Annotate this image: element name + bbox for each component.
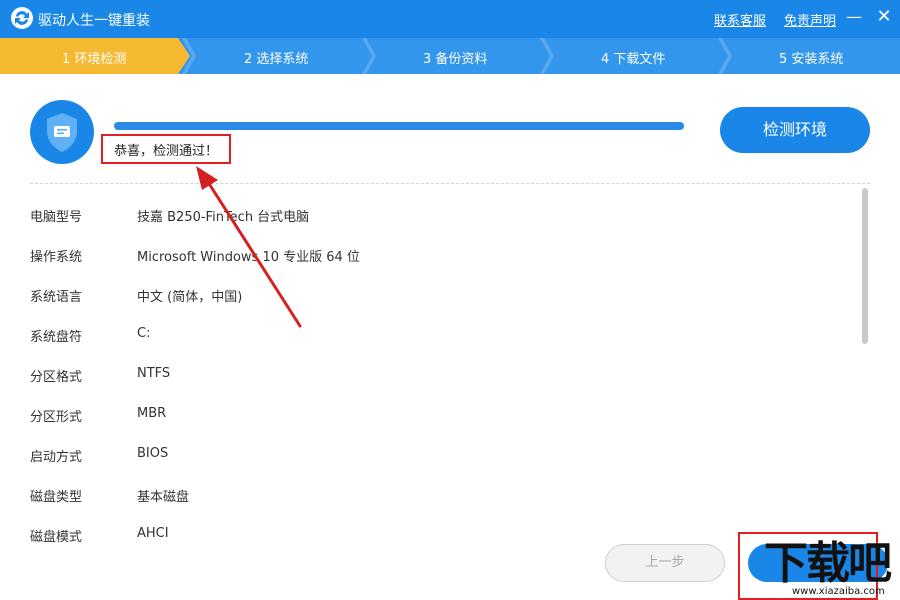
info-value: C: <box>137 326 151 341</box>
previous-step-button[interactable]: 上一步 <box>605 544 725 582</box>
step-1-label[interactable]: 1 环境检测 <box>62 48 126 67</box>
info-row-disk-mode: 磁盘模式 AHCI <box>0 514 860 554</box>
watermark: 下载吧 www.xiazaiba.com <box>764 540 900 600</box>
detection-progress-bar <box>114 122 684 130</box>
step-separator <box>540 38 554 74</box>
info-row-model: 电脑型号 技嘉 B250-FinTech 台式电脑 <box>0 194 860 234</box>
disclaimer-link[interactable]: 免责声明 <box>784 10 836 29</box>
info-list-scrollbar[interactable] <box>862 188 868 344</box>
step-separator <box>718 38 732 74</box>
info-row-os: 操作系统 Microsoft Windows 10 专业版 64 位 <box>0 234 860 274</box>
info-value: MBR <box>137 406 167 421</box>
info-key: 操作系统 <box>30 250 83 265</box>
info-row-partition-style: 分区形式 MBR <box>0 394 860 434</box>
close-button[interactable]: ✕ <box>873 6 895 28</box>
minimize-button[interactable]: — <box>843 6 865 28</box>
info-key: 磁盘类型 <box>30 490 83 505</box>
system-info-list: 电脑型号 技嘉 B250-FinTech 台式电脑 操作系统 Microsoft… <box>0 194 860 554</box>
annotation-highlight-status <box>101 134 231 164</box>
info-row-disk-type: 磁盘类型 基本磁盘 <box>0 474 860 514</box>
step-separator <box>362 38 376 74</box>
title-bar: 驱动人生一键重装 联系客服 免责声明 — ✕ <box>0 0 900 38</box>
steps-bar: 1 环境检测 2 选择系统 3 备份资料 4 下载文件 5 安装系统 <box>0 38 900 74</box>
info-row-boot-mode: 启动方式 BIOS <box>0 434 860 474</box>
info-value: BIOS <box>137 446 169 461</box>
info-row-partition-format: 分区格式 NTFS <box>0 354 860 394</box>
info-value: Microsoft Windows 10 专业版 64 位 <box>137 250 360 265</box>
info-key: 电脑型号 <box>30 210 83 225</box>
app-logo-icon <box>11 7 33 29</box>
info-key: 磁盘模式 <box>30 530 83 545</box>
info-value: NTFS <box>137 366 171 381</box>
shield-icon <box>30 100 94 164</box>
info-key: 分区格式 <box>30 370 83 385</box>
step-2-label[interactable]: 2 选择系统 <box>244 48 308 67</box>
info-value: 基本磁盘 <box>137 490 190 505</box>
info-value: 中文 (简体，中国) <box>137 290 243 305</box>
info-value: AHCI <box>137 526 169 541</box>
app-title: 驱动人生一键重装 <box>38 13 150 29</box>
contact-support-link[interactable]: 联系客服 <box>714 10 766 29</box>
info-key: 系统盘符 <box>30 330 83 345</box>
info-row-system-drive: 系统盘符 C: <box>0 314 860 354</box>
step-5-label[interactable]: 5 安装系统 <box>779 48 843 67</box>
watermark-url: www.xiazaiba.com <box>792 586 885 597</box>
info-key: 启动方式 <box>30 450 83 465</box>
info-row-language: 系统语言 中文 (简体，中国) <box>0 274 860 314</box>
info-key: 系统语言 <box>30 290 83 305</box>
progress-fill <box>114 122 684 130</box>
detect-environment-button[interactable]: 检测环境 <box>720 107 870 153</box>
watermark-logo-text: 下载吧 <box>764 538 892 589</box>
info-key: 分区形式 <box>30 410 83 425</box>
step-3-label[interactable]: 3 备份资料 <box>423 48 487 67</box>
info-value: 技嘉 B250-FinTech 台式电脑 <box>137 210 310 225</box>
divider <box>30 183 870 184</box>
step-4-label[interactable]: 4 下载文件 <box>601 48 665 67</box>
